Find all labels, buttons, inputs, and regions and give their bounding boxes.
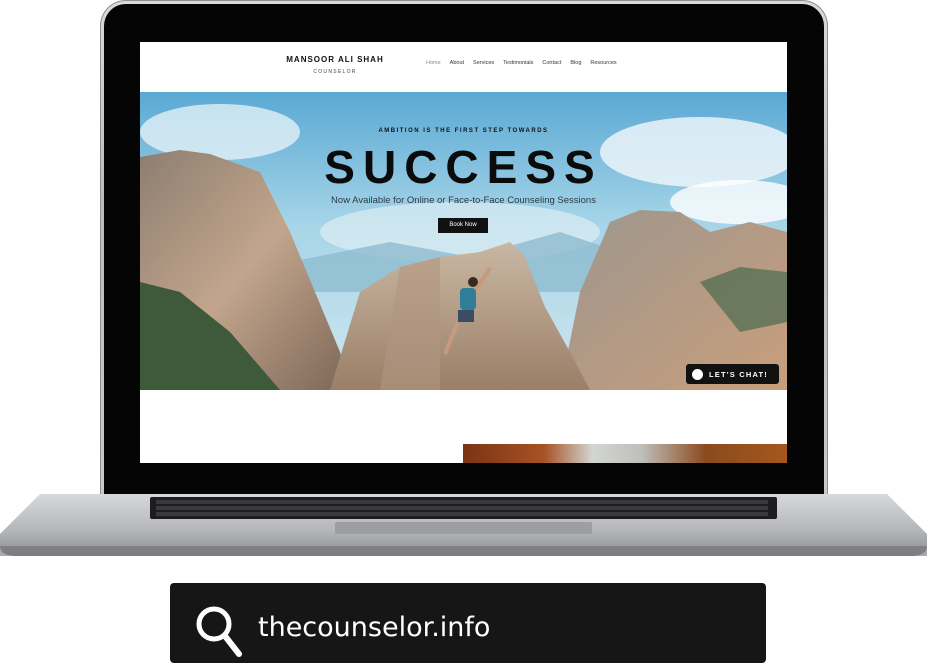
chat-bubble-icon (687, 365, 703, 380)
site-url: thecounselor.info (258, 612, 491, 643)
nav-home[interactable]: Home (426, 60, 441, 66)
nav-resources[interactable]: Resources (590, 60, 616, 66)
hero-subtitle: Now Available for Online or Face-to-Face… (331, 195, 596, 206)
brand-subtitle: COUNSELOR (313, 69, 357, 75)
nav-blog[interactable]: Blog (570, 60, 581, 66)
site-header: MANSOOR ALI SHAH COUNSELOR Home About Se… (140, 42, 787, 92)
laptop-base (0, 494, 927, 556)
nav-about[interactable]: About (450, 60, 464, 66)
section-preview-image (463, 444, 787, 463)
lets-chat-button[interactable]: LET'S CHAT! (686, 364, 779, 384)
hero-kicker: AMBITION IS THE FIRST STEP TOWARDS (378, 128, 549, 134)
main-nav: Home About Services Testimonials Contact… (426, 60, 617, 66)
hero-background-image (140, 92, 787, 390)
search-icon (196, 606, 242, 657)
hero-title: SUCCESS (324, 141, 603, 193)
nav-testimonials[interactable]: Testimonials (503, 60, 533, 66)
chat-label: LET'S CHAT! (709, 369, 769, 379)
book-now-button[interactable]: Book Now (438, 218, 488, 233)
nav-services[interactable]: Services (473, 60, 494, 66)
website-screen: MANSOOR ALI SHAH COUNSELOR Home About Se… (140, 42, 787, 463)
hero-banner: AMBITION IS THE FIRST STEP TOWARDS SUCCE… (140, 92, 787, 390)
brand-name[interactable]: MANSOOR ALI SHAH (285, 55, 385, 64)
nav-contact[interactable]: Contact (542, 60, 561, 66)
